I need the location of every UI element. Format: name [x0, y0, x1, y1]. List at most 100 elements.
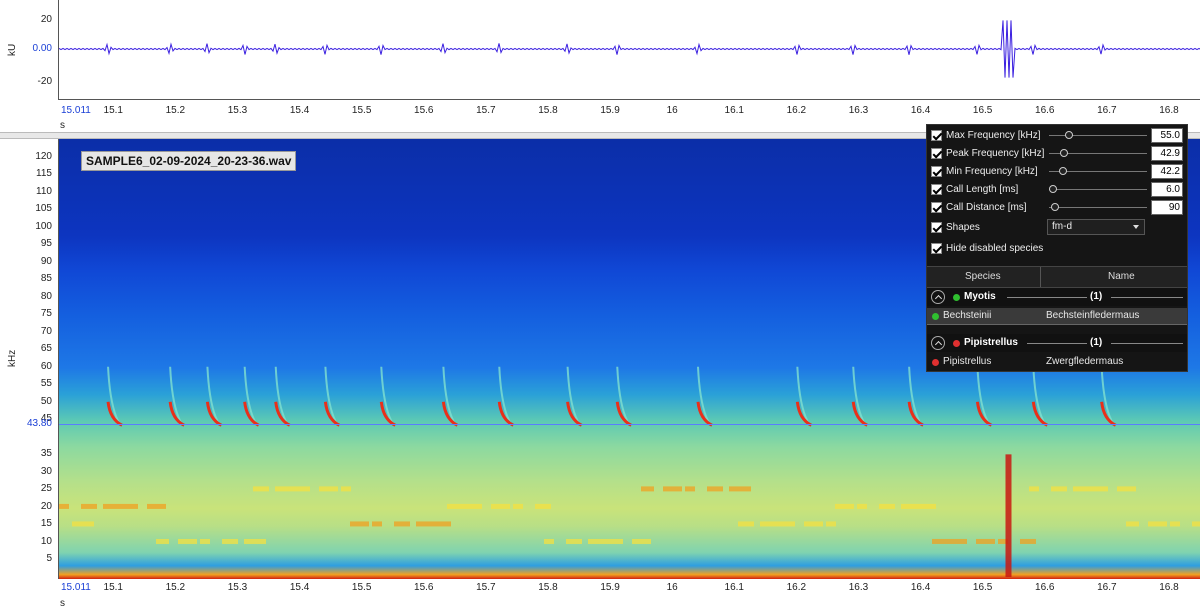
waveform-x-tick: 16.5: [972, 105, 993, 116]
spectrogram-y-tick: 10: [40, 535, 52, 547]
noise-blotch: [932, 538, 954, 544]
species-table-header: Species Name: [927, 266, 1187, 288]
spectrogram-x-tick: 16.2: [786, 582, 807, 593]
noise-blotch: [200, 538, 210, 544]
waveform-plot[interactable]: [58, 0, 1200, 100]
group-status-dot: [953, 294, 960, 301]
param-checkbox[interactable]: [931, 148, 942, 159]
waveform-line: [58, 20, 1200, 78]
spectrogram-y-tick: 25: [40, 483, 52, 495]
noise-blotch: [632, 538, 651, 544]
group-divider-line: [1111, 297, 1183, 298]
spectrogram-y-tick: 85: [40, 273, 52, 285]
noise-blotch: [782, 521, 795, 527]
name-column-header[interactable]: Name: [1108, 271, 1135, 282]
param-row: Call Length [ms] 6.0: [927, 181, 1187, 199]
bat-call-mark: [1100, 366, 1117, 427]
waveform-pane[interactable]: kU 20 0.00 -20 15.011 15.1 15.2 15.3 15.4 15…: [0, 0, 1200, 132]
waveform-x-tick: 15.6: [414, 105, 434, 116]
bat-call-mark: [274, 366, 291, 427]
param-value-input[interactable]: 42.9: [1151, 146, 1183, 161]
noise-blotch: [641, 486, 654, 492]
noise-blotch: [685, 486, 695, 492]
noise-blotch: [566, 538, 582, 544]
param-checkbox[interactable]: [931, 184, 942, 195]
param-checkbox[interactable]: [931, 130, 942, 141]
spectrogram-x-tick: 15.9: [600, 582, 620, 593]
noise-blotch: [1095, 486, 1108, 492]
waveform-y-tick: 0.00: [32, 43, 52, 54]
noise-blotch: [923, 503, 936, 509]
noise-blotch: [156, 538, 169, 544]
noise-blotch: [491, 503, 510, 509]
spectrogram-x-tick: 15.6: [414, 582, 434, 593]
param-slider-handle[interactable]: [1059, 149, 1068, 157]
collapse-icon[interactable]: [931, 290, 945, 304]
spectrogram-y-tick: 15: [40, 518, 52, 530]
param-row: Max Frequency [kHz] 55.0: [927, 127, 1187, 145]
spectrogram-x-tick: 16: [666, 582, 678, 593]
frequency-marker-line[interactable]: [59, 423, 1200, 425]
noise-blotch: [297, 486, 310, 492]
noise-blotch: [1020, 538, 1036, 544]
hide-disabled-checkbox[interactable]: [931, 243, 942, 254]
spectrogram-x-tick: 16.3: [848, 582, 869, 593]
noise-blotch: [729, 486, 751, 492]
param-slider-track[interactable]: [1049, 207, 1147, 208]
shapes-checkbox[interactable]: [931, 222, 942, 233]
param-checkbox[interactable]: [931, 202, 942, 213]
bat-call-mark: [205, 366, 223, 427]
column-divider[interactable]: [1040, 267, 1041, 287]
species-cell: Bechsteinii: [943, 310, 992, 321]
noise-blotch: [976, 538, 995, 544]
bat-call-mark: [1031, 366, 1049, 427]
spectrogram-y-tick: 95: [40, 238, 52, 250]
spectrogram-y-tick: 50: [40, 395, 52, 407]
noise-blotch: [1117, 486, 1136, 492]
param-value-input[interactable]: 42.2: [1151, 164, 1183, 179]
species-group-row[interactable]: Pipistrellus (1): [927, 334, 1187, 352]
param-row: Peak Frequency [kHz] 42.9: [927, 145, 1187, 163]
spectrogram-x-unit: s: [60, 598, 65, 609]
spectrogram-y-tick: 75: [40, 308, 52, 320]
param-slider-handle[interactable]: [1058, 167, 1067, 175]
param-slider-handle[interactable]: [1049, 185, 1057, 193]
hide-disabled-row: Hide disabled species: [927, 240, 1187, 258]
species-column-header[interactable]: Species: [965, 271, 1001, 282]
spectrogram-x-tick: 16.5: [972, 582, 993, 593]
param-slider-track[interactable]: [1049, 189, 1147, 190]
spectrogram-x-tick: 15.2: [165, 582, 186, 593]
spectrogram-x-tick: 16.4: [910, 582, 931, 593]
bat-call-mark: [379, 366, 397, 427]
spectrogram-x-tick: 15.8: [538, 582, 558, 593]
waveform-x-tick: 15.1: [103, 105, 123, 116]
spectrogram-x-tick: 16.1: [724, 582, 744, 593]
species-row[interactable]: Bechsteinii Bechsteinfledermaus: [927, 308, 1187, 325]
spectrogram-y-tick: 35: [40, 448, 52, 460]
waveform-x-tick: 15.5: [351, 105, 372, 116]
shapes-selected-value: fm-d: [1052, 221, 1072, 232]
param-checkbox[interactable]: [931, 166, 942, 177]
waveform-x-tick: 15.3: [227, 105, 248, 116]
noise-blotch: [760, 521, 782, 527]
species-row[interactable]: Pipistrellus Zwergfledermaus: [927, 354, 1187, 370]
spectrogram-y-tick: 80: [40, 290, 52, 302]
noise-blotch: [804, 521, 823, 527]
param-slider-handle[interactable]: [1050, 203, 1059, 211]
param-value-input[interactable]: 6.0: [1151, 182, 1183, 197]
param-value-input[interactable]: 90: [1151, 200, 1183, 215]
impulse-mark: [1005, 454, 1012, 577]
noise-blotch: [588, 538, 610, 544]
spectrogram-y-tick: 60: [40, 360, 52, 372]
species-group-row[interactable]: Myotis (1): [927, 288, 1187, 306]
group-divider-line: [1007, 297, 1087, 298]
param-slider-handle[interactable]: [1065, 131, 1074, 139]
bat-call-mark: [106, 366, 123, 427]
param-value-input[interactable]: 55.0: [1151, 128, 1183, 143]
shapes-dropdown[interactable]: fm-d: [1047, 219, 1145, 235]
waveform-x-tick: 16.6: [1035, 105, 1055, 116]
param-slider-track[interactable]: [1049, 135, 1147, 136]
collapse-icon[interactable]: [931, 336, 945, 350]
waveform-y-tick: -20: [37, 76, 52, 87]
param-label: Min Frequency [kHz]: [946, 166, 1038, 177]
